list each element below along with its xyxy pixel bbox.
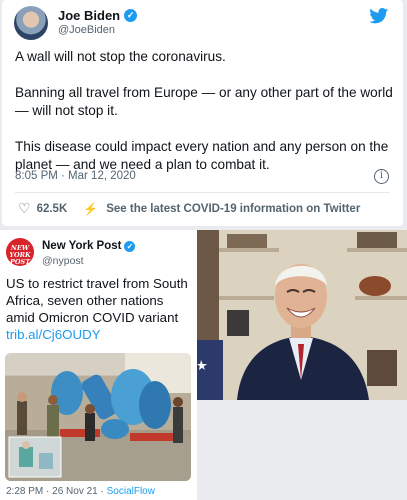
nypost-handle[interactable]: @nypost [42,255,84,267]
verified-icon: ✓ [124,240,136,252]
nypost-link[interactable]: trib.al/Cj6OUDY [6,327,101,342]
nypost-logo[interactable]: NEW YORK POST [6,238,34,266]
biden-laughing-photo[interactable] [197,230,407,400]
like-count[interactable]: 62.5K [37,203,68,215]
author-name[interactable]: Joe Biden ✓ [58,8,138,23]
nypost-tweet-card: NEW YORK POST New York Post ✓ @nypost US t… [0,230,197,500]
nypost-timestamp[interactable]: 2:28 PM · 26 Nov 21 · SocialFlow [6,486,155,497]
tweet-paragraph: Banning all travel from Europe — or any … [15,85,393,118]
covid-info-link[interactable]: See the latest COVID-19 information on T… [106,203,360,215]
info-icon[interactable]: i [374,169,389,184]
heart-icon[interactable]: ♡ [18,200,31,217]
nypost-tweet-text: US to restrict travel from South Africa,… [6,275,192,343]
biden-photo-illustration [197,230,407,400]
nypost-name-label: New York Post [42,240,122,252]
divider [15,192,390,193]
nypost-time: 2:28 PM · 26 Nov 21 · [6,486,107,497]
empty-area [197,400,407,500]
bolt-icon: ⚡ [83,201,99,216]
tweet-actions: ♡ 62.5K ⚡ See the latest COVID-19 inform… [18,200,360,217]
tweet-paragraph: A wall will not stop the coronavirus. [15,49,226,64]
author-name-label: Joe Biden [58,8,121,23]
tweet-paragraph: This disease could impact every nation a… [15,139,389,172]
verified-icon: ✓ [124,9,138,22]
twitter-bird-icon[interactable] [369,8,389,24]
airport-photo[interactable] [5,353,191,481]
author-handle[interactable]: @JoeBiden [58,24,115,36]
nypost-name[interactable]: New York Post ✓ [42,240,136,252]
biden-tweet-card: Joe Biden ✓ @JoeBiden A wall will not st… [2,0,403,226]
nypost-source[interactable]: SocialFlow [107,486,155,497]
nypost-headline: US to restrict travel from South Africa,… [6,276,188,325]
airport-photo-illustration [5,353,191,481]
avatar[interactable] [14,6,48,40]
tweet-timestamp[interactable]: 8:05 PM · Mar 12, 2020 [15,170,136,182]
